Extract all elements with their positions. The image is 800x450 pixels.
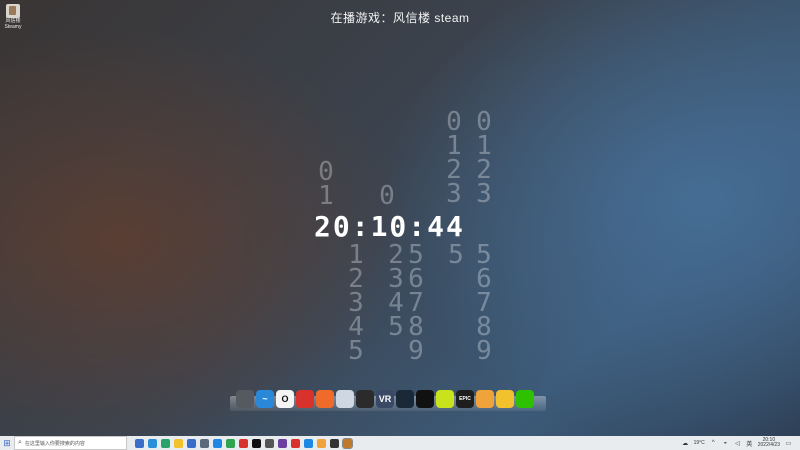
dock-oculus-icon[interactable]: O <box>276 390 294 408</box>
chevron-up-icon[interactable]: ^ <box>710 440 717 446</box>
taskbar-app-icon[interactable] <box>148 438 157 448</box>
minute-tens-above: 0 <box>365 181 409 211</box>
taskbar-app-icon[interactable] <box>265 438 274 448</box>
dock-epic-icon[interactable]: EPIC <box>456 390 474 408</box>
hour-tens-above: 01 <box>304 159 348 211</box>
notification-icon[interactable]: ▭ <box>785 440 792 447</box>
taskbar-app-icon[interactable] <box>278 438 287 448</box>
taskbar-app-icon[interactable] <box>161 438 170 448</box>
taskbar-app-icon[interactable] <box>213 438 222 448</box>
taskbar-apps <box>135 437 353 449</box>
clock[interactable]: 20:10 2022/4/23 <box>758 438 780 448</box>
dock-red-app-icon[interactable] <box>296 390 314 408</box>
taskbar-app-icon[interactable] <box>200 438 209 448</box>
taskbar-app-icon[interactable] <box>304 438 313 448</box>
dock-obs-icon[interactable] <box>356 390 374 408</box>
taskbar: ⊞ ⌕ 在这里输入你要搜索的内容 ☁ 19°C ^ ◒ ◁ 英 20:10 20… <box>0 436 800 450</box>
clock-digit: 0 <box>379 181 395 211</box>
dock-recycle-bin-icon[interactable] <box>336 390 354 408</box>
hour-units-below: 12345 <box>334 242 378 366</box>
second-units-below: 56789 <box>462 242 506 366</box>
dock-orange-tool-icon[interactable] <box>476 390 494 408</box>
second-units-above: 0123 <box>462 109 506 209</box>
dock-wechat-icon[interactable] <box>516 390 534 408</box>
search-placeholder: 在这里输入你要搜索的内容 <box>24 440 85 447</box>
network-icon[interactable]: ◒ <box>722 440 729 446</box>
taskbar-app-icon[interactable] <box>252 438 261 448</box>
dock-tennis-app-icon[interactable] <box>436 390 454 408</box>
weather-text[interactable]: 19°C <box>694 440 705 446</box>
clock-time: 20:10:44 <box>314 210 465 243</box>
taskbar-app-icon[interactable] <box>239 438 248 448</box>
clock-digit: 9 <box>476 336 492 366</box>
dock-steam-icon[interactable] <box>396 390 414 408</box>
system-tray: ☁ 19°C ^ ◒ ◁ 英 20:10 2022/4/23 ▭ <box>682 438 800 448</box>
taskbar-app-icon[interactable] <box>174 438 183 448</box>
taskbar-app-icon[interactable] <box>135 438 144 448</box>
dock: ~ O VR EPIC <box>236 390 534 412</box>
clock-digit: 1 <box>318 181 334 211</box>
search-box[interactable]: ⌕ 在这里输入你要搜索的内容 <box>14 436 127 450</box>
dock-wave-app-icon[interactable]: ~ <box>256 390 274 408</box>
taskbar-app-icon[interactable] <box>317 438 326 448</box>
ime-icon[interactable]: 英 <box>746 440 753 448</box>
clock-digit: 5 <box>348 336 364 366</box>
tray-date: 2022/4/23 <box>757 442 780 448</box>
taskbar-app-icon[interactable] <box>187 438 196 448</box>
dock-orange-app-icon[interactable] <box>316 390 334 408</box>
dock-vr-icon[interactable]: VR <box>376 390 394 408</box>
start-button[interactable]: ⊞ <box>0 436 14 450</box>
clock-digit: 9 <box>408 336 424 366</box>
volume-icon[interactable]: ◁ <box>734 440 741 447</box>
weather-icon[interactable]: ☁ <box>682 440 689 447</box>
now-playing-text: 在播游戏：风信楼 steam <box>330 11 470 25</box>
minute-units-below: 56789 <box>394 242 438 366</box>
dock-start-grid-icon[interactable] <box>236 390 254 408</box>
taskbar-app-icon[interactable] <box>342 437 353 449</box>
taskbar-app-icon[interactable] <box>291 438 300 448</box>
clock-digit: 3 <box>476 179 492 209</box>
dock-owl-app-icon[interactable] <box>496 390 514 408</box>
search-icon: ⌕ <box>18 439 22 446</box>
taskbar-app-icon[interactable] <box>226 438 235 448</box>
taskbar-app-icon[interactable] <box>330 438 339 448</box>
dock-qq-icon[interactable] <box>416 390 434 408</box>
